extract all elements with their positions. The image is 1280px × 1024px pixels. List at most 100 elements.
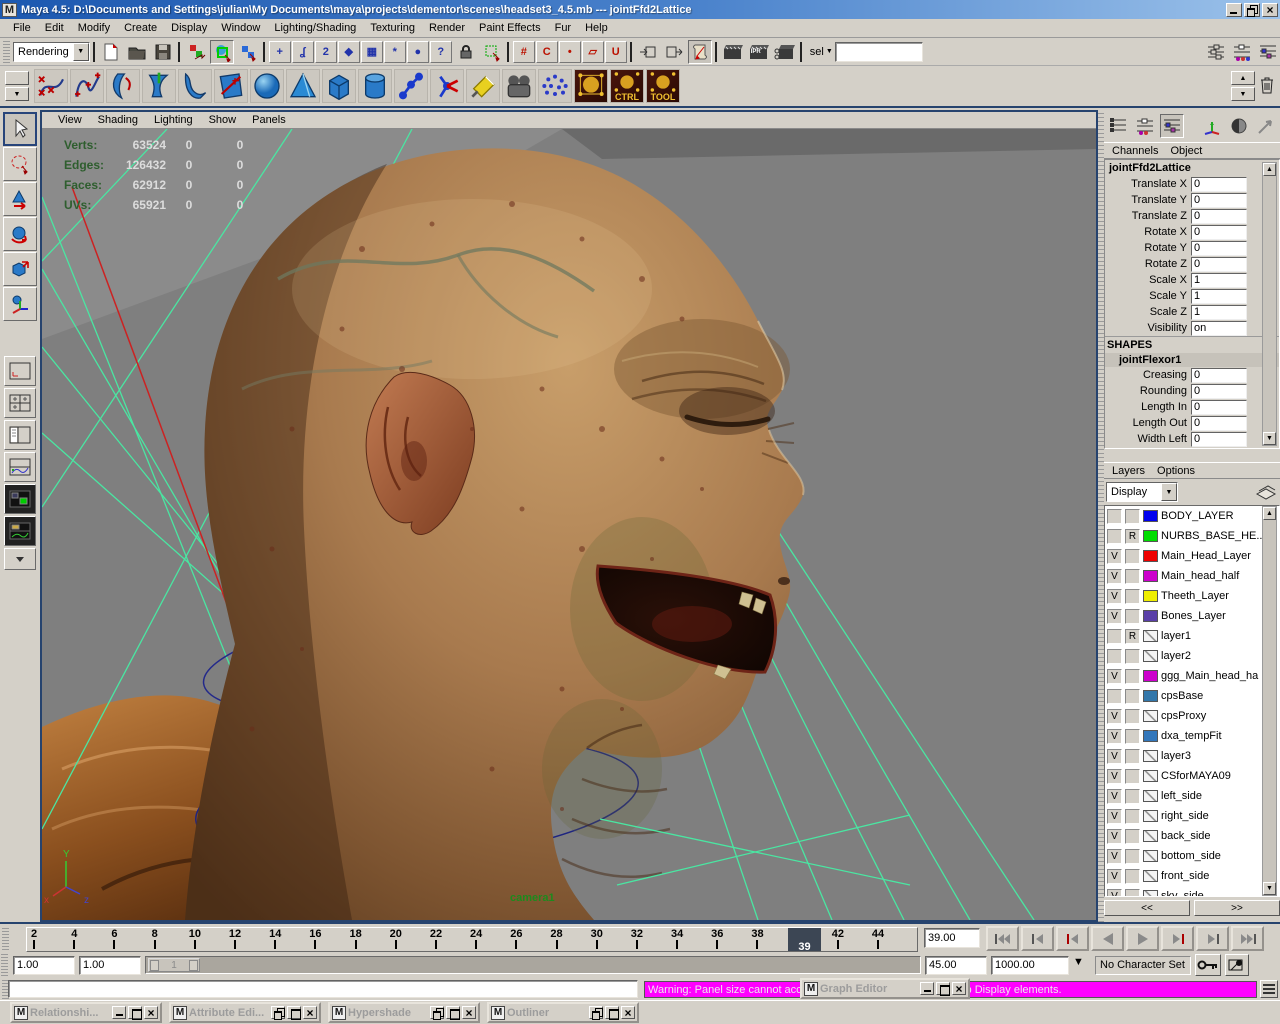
minimized-window[interactable]: M Hypershade [328,1002,480,1023]
shelf-extrude-icon[interactable] [178,69,212,103]
layer-color-swatch[interactable] [1143,530,1158,542]
channel-attr-label[interactable]: Rounding [1105,385,1191,397]
shelf-birail-icon[interactable] [214,69,248,103]
menu-item[interactable]: File [6,20,38,36]
layer-name[interactable]: cpsProxy [1161,710,1206,722]
shape-node-name[interactable]: jointFlexor1 [1105,353,1279,367]
panel-menu-item[interactable]: Show [201,113,245,127]
restore-icon[interactable] [430,1006,444,1019]
channel-attr-field[interactable] [1191,289,1247,304]
move-tool-button[interactable] [3,182,37,216]
shelf-nurbs-sphere-icon[interactable] [250,69,284,103]
range-end-grip[interactable] [189,960,198,971]
layer-name[interactable]: CSforMAYA09 [1161,770,1231,782]
layer-visibility-toggle[interactable] [1107,529,1122,544]
layer-row[interactable]: V Theeth_Layer [1105,586,1279,606]
layer-row[interactable]: V Bones_Layer [1105,606,1279,626]
layer-row[interactable]: V Main_Head_Layer [1105,546,1279,566]
shelf-ik-handle-tool-icon[interactable] [430,69,464,103]
select-object-mode-icon[interactable] [210,40,234,64]
playback-start-input[interactable] [80,957,140,974]
layer-list-scrollbar[interactable]: ▲ ▼ [1262,506,1277,896]
layer-visibility-toggle[interactable]: V [1107,809,1122,824]
channel-attr-field[interactable] [1191,193,1247,208]
channel-attr-label[interactable]: Rotate X [1105,226,1191,238]
select-tool-button[interactable] [3,112,37,146]
shelf-lattice-ctrl-icon[interactable]: CTRL [610,69,644,103]
chevron-down-icon[interactable]: ▼ [73,43,89,61]
separator[interactable] [177,41,182,63]
layer-display-type-toggle[interactable] [1125,649,1140,664]
selection-mask-icon[interactable]: ? [430,41,452,63]
layer-name[interactable]: Theeth_Layer [1161,590,1229,602]
panel-menu-item[interactable]: Shading [90,113,146,127]
character-set-selector[interactable]: No Character Set [1095,956,1191,975]
maximize-icon[interactable] [287,1006,301,1019]
layer-color-swatch[interactable] [1143,750,1158,762]
layer-display-type-toggle[interactable] [1125,769,1140,784]
layer-color-swatch[interactable] [1143,730,1158,742]
channel-attr-field[interactable] [1191,305,1247,320]
scroll-up-icon[interactable]: ▲ [1263,163,1276,176]
layer-display-type-toggle[interactable] [1125,789,1140,804]
menu-item[interactable]: Lighting/Shading [267,20,363,36]
layer-color-swatch[interactable] [1143,850,1158,862]
layer-color-swatch[interactable] [1143,610,1158,622]
go-to-start-button[interactable] [986,926,1019,951]
shelf-particles-icon[interactable] [538,69,572,103]
anim-start-input[interactable] [14,957,74,974]
restore-icon[interactable] [112,1006,126,1019]
layer-row[interactable]: V CSforMAYA09 [1105,766,1279,786]
panel-menu-item[interactable]: View [50,113,90,127]
menu-item[interactable]: Help [578,20,615,36]
layer-name[interactable]: right_side [1161,810,1209,822]
range-slider-block[interactable]: 1 [148,958,200,972]
layer-visibility-toggle[interactable] [1107,509,1122,524]
anim-end-input[interactable] [992,957,1068,974]
chevron-down-icon[interactable]: ▼ [826,48,833,55]
layer-visibility-toggle[interactable]: V [1107,549,1122,564]
layer-color-swatch[interactable] [1143,890,1158,897]
channel-attr-label[interactable]: Translate Z [1105,210,1191,222]
snap-icon[interactable]: U [605,41,627,63]
viewport-canvas[interactable]: Y x z camera1 Verts: 63524 0 0 [42,129,1096,920]
range-start-grip[interactable] [150,960,159,971]
layer-name[interactable]: layer1 [1161,630,1191,642]
shelf-joint-tool-icon[interactable] [394,69,428,103]
layer-color-swatch[interactable] [1143,650,1158,662]
layer-color-swatch[interactable] [1143,690,1158,702]
hyperbolic-arrow-icon[interactable] [1254,114,1278,138]
selection-mask-icon[interactable]: ● [407,41,429,63]
scroll-down-icon[interactable]: ▼ [1263,882,1276,895]
channel-attr-field[interactable] [1191,241,1247,256]
shelf-tab-dropdown-icon[interactable]: ▼ [5,87,29,101]
channel-attr-label[interactable]: Scale X [1105,274,1191,286]
layer-visibility-toggle[interactable]: V [1107,749,1122,764]
menu-set-selector[interactable]: Rendering ▼ [13,42,90,62]
layers-menu-item[interactable]: Layers [1108,464,1153,478]
channel-attr-label[interactable]: Translate Y [1105,194,1191,206]
shelf-nurbs-cone-icon[interactable] [286,69,320,103]
layer-display-type-toggle[interactable]: R [1125,529,1140,544]
layer-display-type-toggle[interactable] [1125,549,1140,564]
current-time-input[interactable] [925,929,979,947]
layer-row[interactable]: layer2 [1105,646,1279,666]
select-hierarchy-mode-icon[interactable] [184,40,208,64]
render-globals-icon[interactable] [773,40,797,64]
layer-display-type-toggle[interactable] [1125,869,1140,884]
menu-item[interactable]: Create [117,20,164,36]
layer-name[interactable]: dxa_tempFit [1161,730,1222,742]
script-editor-icon[interactable] [1260,980,1278,998]
layer-name[interactable]: BODY_LAYER [1161,510,1234,522]
layer-visibility-toggle[interactable]: V [1107,569,1122,584]
playback-end-input[interactable] [926,957,986,974]
separator[interactable] [262,41,267,63]
layer-display-type-toggle[interactable] [1125,729,1140,744]
snap-icon[interactable]: # [513,41,535,63]
go-to-end-button[interactable] [1231,926,1264,951]
menu-item[interactable]: Modify [71,20,117,36]
shelf-lattice-tool-icon[interactable]: TOOL [646,69,680,103]
channel-attr-field[interactable] [1191,257,1247,272]
layer-color-swatch[interactable] [1143,570,1158,582]
close-icon[interactable] [952,982,966,995]
